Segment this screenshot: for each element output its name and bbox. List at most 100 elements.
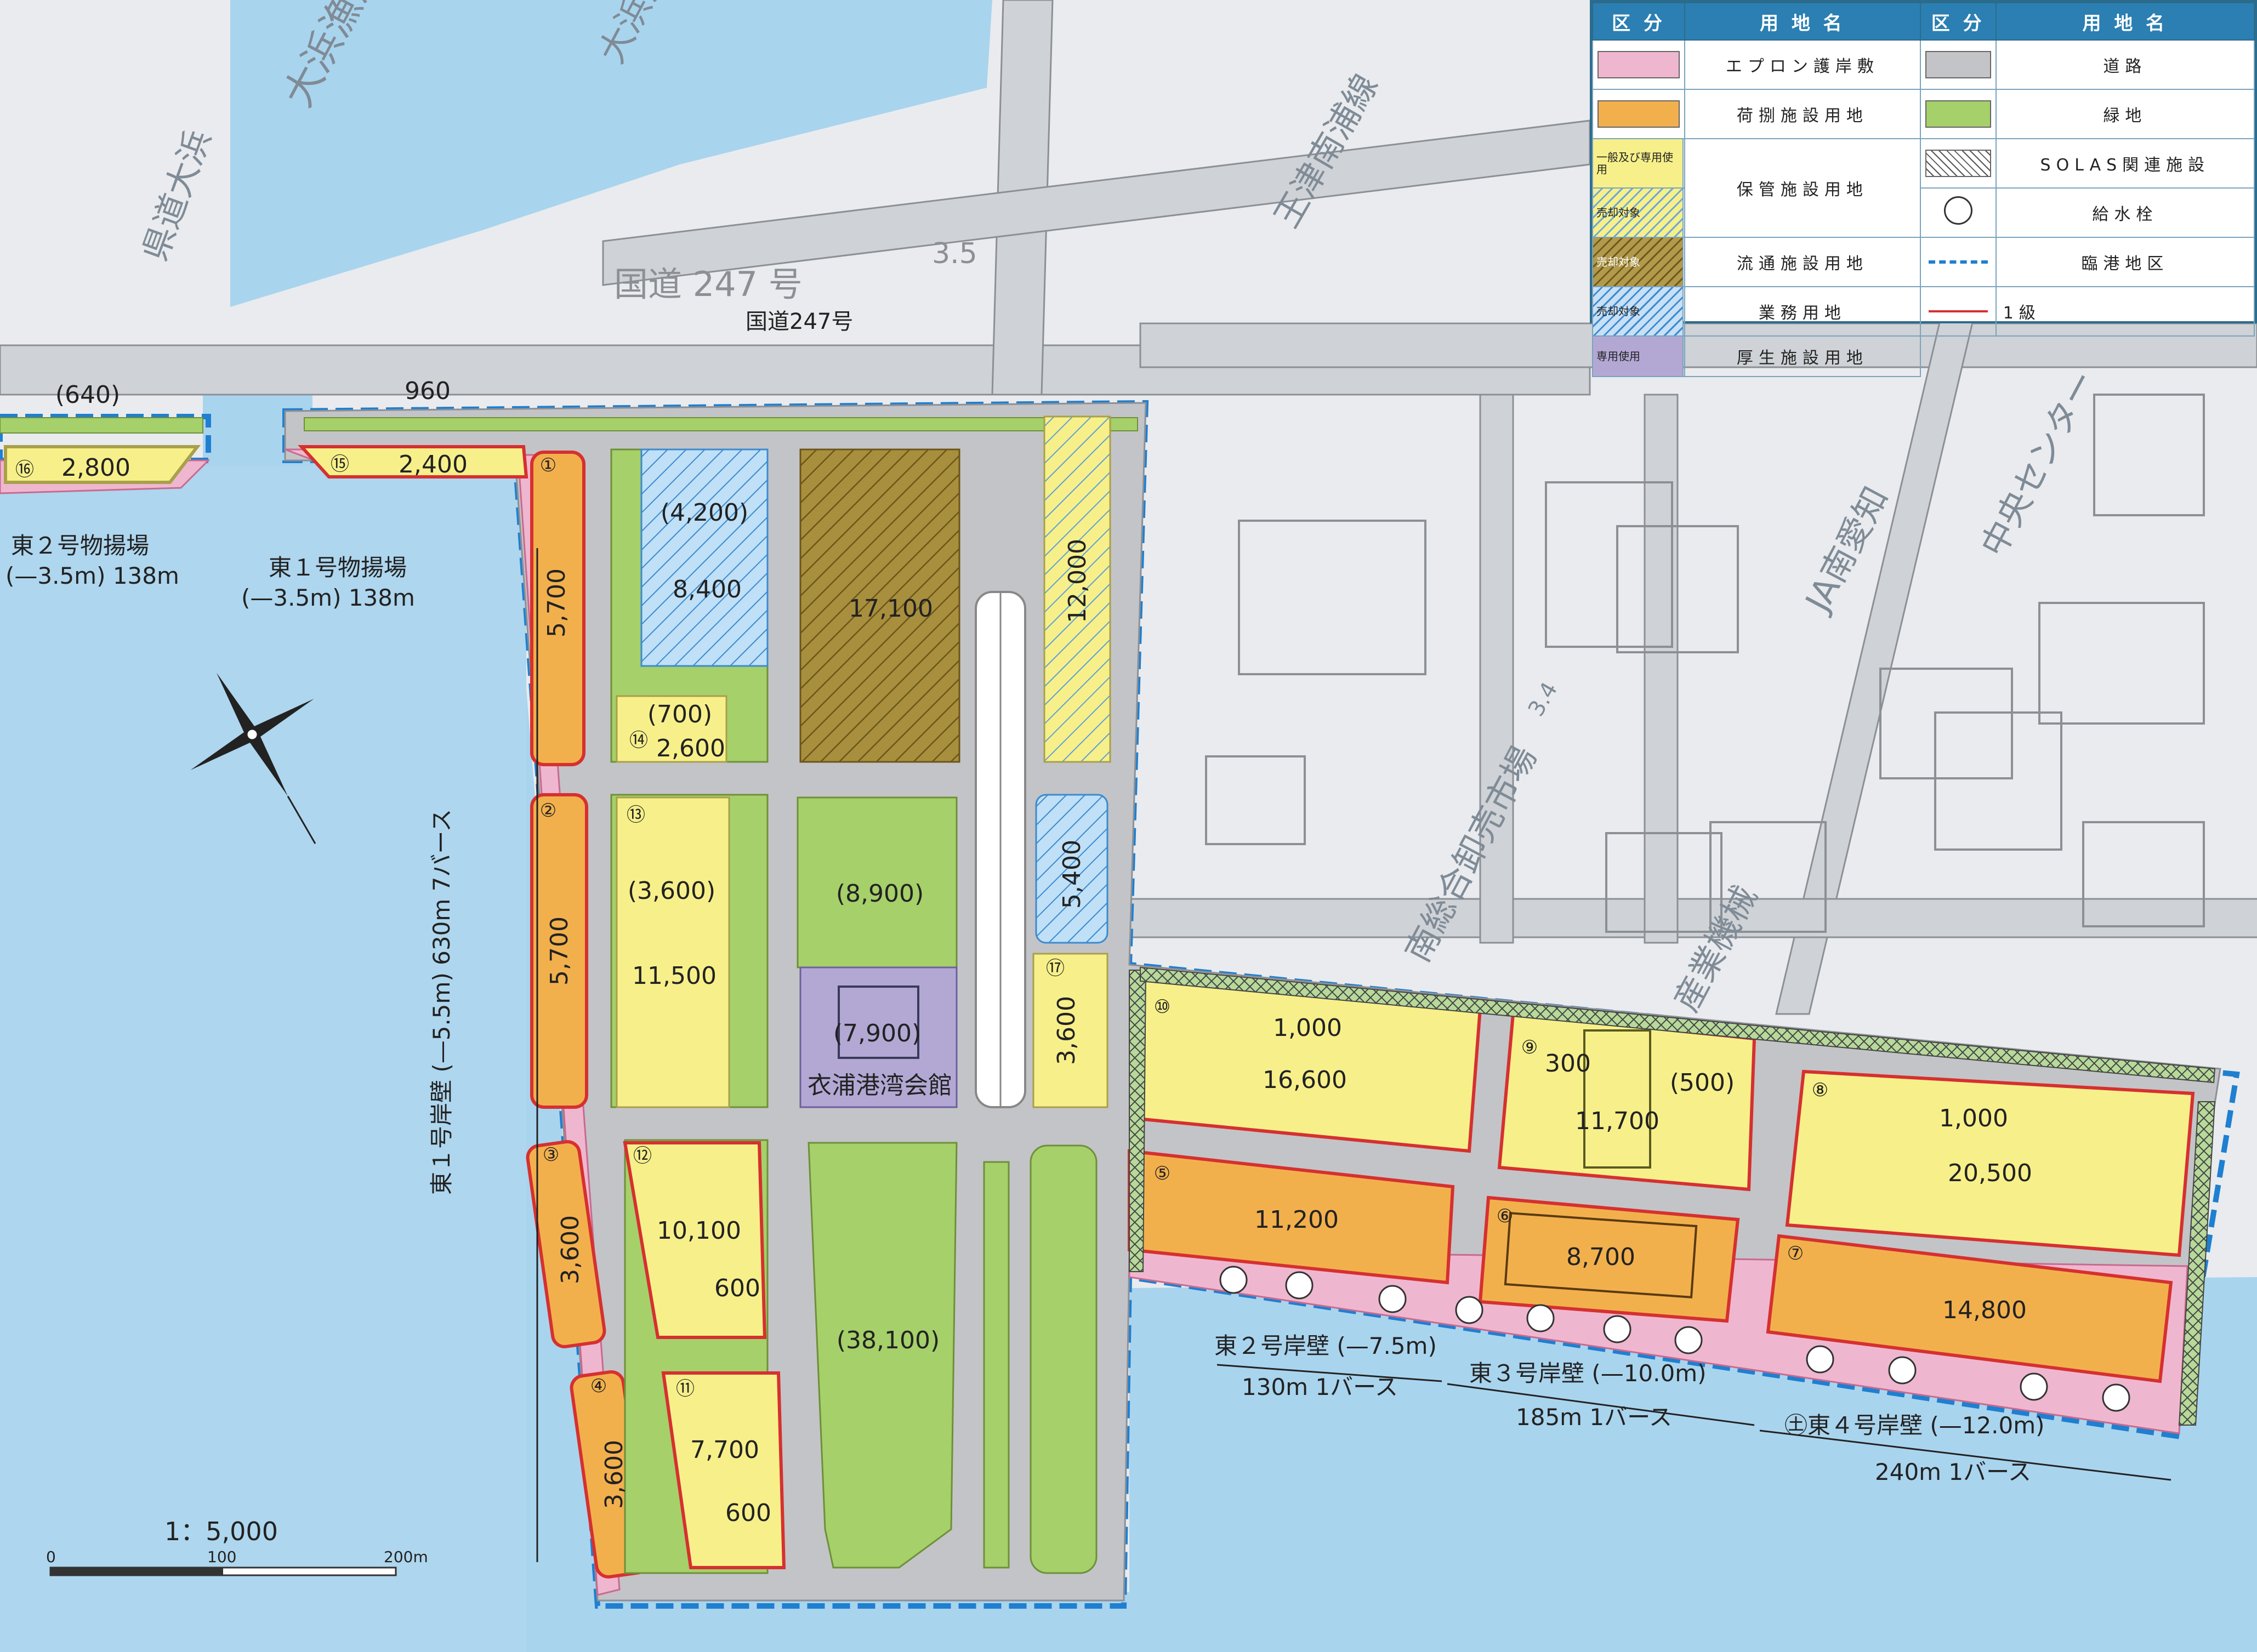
plot-label-14-num: ⑭ (629, 730, 648, 751)
hydrant-icon (1943, 196, 1972, 225)
green-block-e (983, 1161, 1010, 1569)
legend-name-business: 業務用地 (1684, 286, 1921, 337)
plot-label-15-num: ⑮ (331, 453, 349, 475)
plot-label-8-num: ⑧ (1812, 1079, 1828, 1101)
legend-name-distribution: 流通施設用地 (1684, 237, 1921, 287)
legend-header-category-left: 区 分 (1592, 2, 1685, 41)
plot-label-2-num: ② (540, 800, 556, 822)
green-block-f (1030, 1144, 1098, 1574)
plot-label-2600: 2,600 (656, 734, 725, 762)
plot-label-700: (700) (647, 700, 712, 728)
legend-name-green: 緑地 (1995, 89, 2255, 139)
road-label: 国道247号 (746, 309, 853, 334)
scale-tick-0: 0 (46, 1548, 56, 1566)
plot-label-38100: (38,100) (837, 1326, 940, 1354)
plot-label-11-num: ⑪ (676, 1378, 695, 1400)
plot-label-3: 3,600 (556, 1215, 584, 1284)
quay-label-e2-name: 東２号物揚場 (11, 532, 149, 559)
green-block-d (808, 1142, 958, 1569)
plot-label-960: 960 (405, 377, 451, 405)
plot-label-1000a: 1,000 (1273, 1014, 1342, 1042)
plot-label-14800: 14,800 (1942, 1296, 2027, 1324)
quay-label-e1-berth: 東１号岸壁 (—5.5m) 630m 7バース (428, 809, 455, 1195)
plot-label-17: 3,600 (1053, 996, 1081, 1065)
plot-label-3600p: (3,600) (628, 877, 715, 905)
quay-label-e4-name: ㊏東４号岸壁 (—12.0m) (1784, 1412, 2045, 1439)
quay-label-e1-spec: (—3.5m) 138m (241, 584, 415, 611)
plot-label-9-num: ⑨ (1521, 1036, 1538, 1058)
plot-label-600b: 600 (725, 1499, 771, 1527)
plot-label-8900: (8,900) (836, 880, 924, 908)
plot-13 (616, 796, 730, 1108)
plot-business-8400 (640, 448, 769, 667)
plot-label-16600: 16,600 (1263, 1066, 1347, 1094)
legend-name-cargo: 荷捌施設用地 (1684, 89, 1921, 139)
plot-label-640: (640) (55, 381, 120, 409)
quay-label-e2-berth-spec: 130m 1バース (1242, 1374, 1398, 1400)
legend-name-welfare: 厚生施設用地 (1684, 335, 1921, 377)
legend-sub-sale-storage: 売却対象 (1591, 187, 1684, 238)
legend: 区 分 用 地 名 区 分 用 地 名 エプロン護岸敷 道路 荷捌施設用地 緑地… (1590, 0, 2257, 377)
quay-label-e3-name: 東３号岸壁 (—10.0m) (1469, 1360, 1707, 1387)
plot-label-8400: 8,400 (673, 576, 742, 603)
road-number-base: 3.5 (932, 237, 977, 270)
legend-name-apron: エプロン護岸敷 (1684, 39, 1921, 90)
legend-swatch-apron (1592, 39, 1685, 90)
legend-sub-sale-business: 売却対象 (1591, 286, 1684, 337)
plot-label-500: (500) (1670, 1069, 1735, 1097)
legend-swatch-hydrant (1919, 187, 1997, 238)
legend-sub-general-use: 一般及び専用使用 (1591, 138, 1684, 189)
legend-header-name-right: 用 地 名 (1995, 2, 2255, 41)
legend-table: 区 分 用 地 名 区 分 用 地 名 エプロン護岸敷 道路 荷捌施設用地 緑地… (1591, 2, 2255, 377)
plot-label-8700: 8,700 (1566, 1243, 1635, 1271)
plot-label-15: 2,400 (399, 451, 468, 478)
plot-label-16: 2,800 (61, 454, 130, 482)
plot-label-10100: 10,100 (657, 1217, 741, 1245)
legend-name-solas: SOLAS関連施設 (1995, 138, 2255, 189)
quay-label-e2-spec: (—3.5m) 138m (5, 562, 179, 589)
quay-label-e3-spec: 185m 1バース (1516, 1404, 1672, 1431)
green-strip-960 (304, 417, 1138, 431)
legend-swatch-solas (1919, 138, 1997, 189)
legend-swatch-green (1919, 89, 1997, 139)
plot-label-600a: 600 (714, 1274, 760, 1302)
plot-label-20500: 20,500 (1948, 1159, 2032, 1187)
plot-label-4: 3,600 (600, 1440, 628, 1509)
plot-label-5-num: ⑤ (1154, 1163, 1170, 1184)
scale-tick-100: 100 (207, 1548, 236, 1566)
plot-label-11200: 11,200 (1254, 1206, 1339, 1234)
legend-swatch-grade1 (1919, 286, 1997, 337)
legend-name-hydrant: 給水栓 (1995, 187, 2255, 238)
solas-strip-west (1129, 970, 1147, 1272)
green-strip-640 (0, 417, 203, 434)
building-name: 衣浦港湾会館 (808, 1072, 952, 1100)
legend-swatch-cargo (1592, 89, 1685, 139)
legend-name-harbor-district: 臨港地区 (1995, 237, 2255, 287)
plot-label-2: 5,700 (545, 916, 573, 985)
road-label-base: 国道 247 号 (614, 264, 803, 304)
quay-label-e4-spec: 240m 1バース (1875, 1459, 2031, 1485)
legend-name-grade1: 1級 (1995, 286, 2255, 337)
legend-sub-exclusive: 専用使用 (1591, 335, 1684, 377)
plot-label-7-num: ⑦ (1787, 1243, 1804, 1264)
plot-label-5400: 5,400 (1058, 840, 1086, 909)
legend-header-category-right: 区 分 (1919, 2, 1997, 41)
plot-label-12-num: ⑫ (633, 1145, 652, 1167)
plot-label-17-num: ⑰ (1046, 958, 1065, 979)
plot-label-11700: 11,700 (1575, 1107, 1659, 1135)
plot-label-11500: 11,500 (632, 962, 717, 990)
plot-label-16-num: ⑯ (15, 459, 34, 481)
plot-label-7900: (7,900) (833, 1019, 921, 1047)
plot-label-1000b: 1,000 (1939, 1104, 2008, 1132)
legend-name-storage: 保管施設用地 (1684, 138, 1921, 238)
legend-sub-sale-distribution: 売却対象 (1591, 237, 1684, 287)
scale-bar (49, 1566, 397, 1576)
plot-label-6-num: ⑥ (1497, 1205, 1513, 1227)
plot-label-7700: 7,700 (690, 1436, 759, 1464)
legend-swatch-road (1919, 39, 1997, 90)
plot-label-3-num: ③ (543, 1144, 559, 1166)
scale-title: 1：5,000 (164, 1517, 278, 1546)
plot-label-300: 300 (1545, 1050, 1591, 1078)
plot-label-10-num: ⑩ (1154, 996, 1170, 1018)
plot-label-1: 5,700 (543, 568, 571, 637)
